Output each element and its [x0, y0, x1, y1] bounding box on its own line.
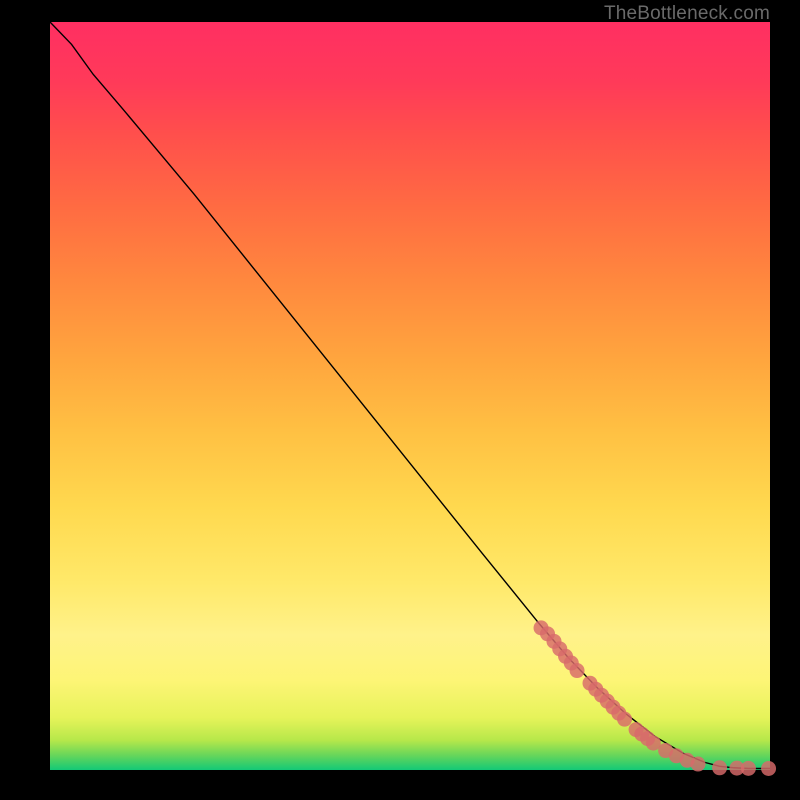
- data-point: [617, 712, 632, 727]
- data-point: [570, 663, 585, 678]
- line-series: [50, 22, 770, 769]
- data-point: [691, 757, 706, 772]
- data-point: [761, 761, 776, 776]
- attribution-text: TheBottleneck.com: [604, 3, 770, 25]
- chart-svg: [50, 22, 770, 770]
- bottleneck-curve: [50, 22, 770, 769]
- chart-frame: TheBottleneck.com: [0, 0, 800, 800]
- marker-series: [534, 620, 777, 776]
- data-point: [712, 760, 727, 775]
- plot-area: [50, 22, 770, 770]
- data-point: [741, 761, 756, 776]
